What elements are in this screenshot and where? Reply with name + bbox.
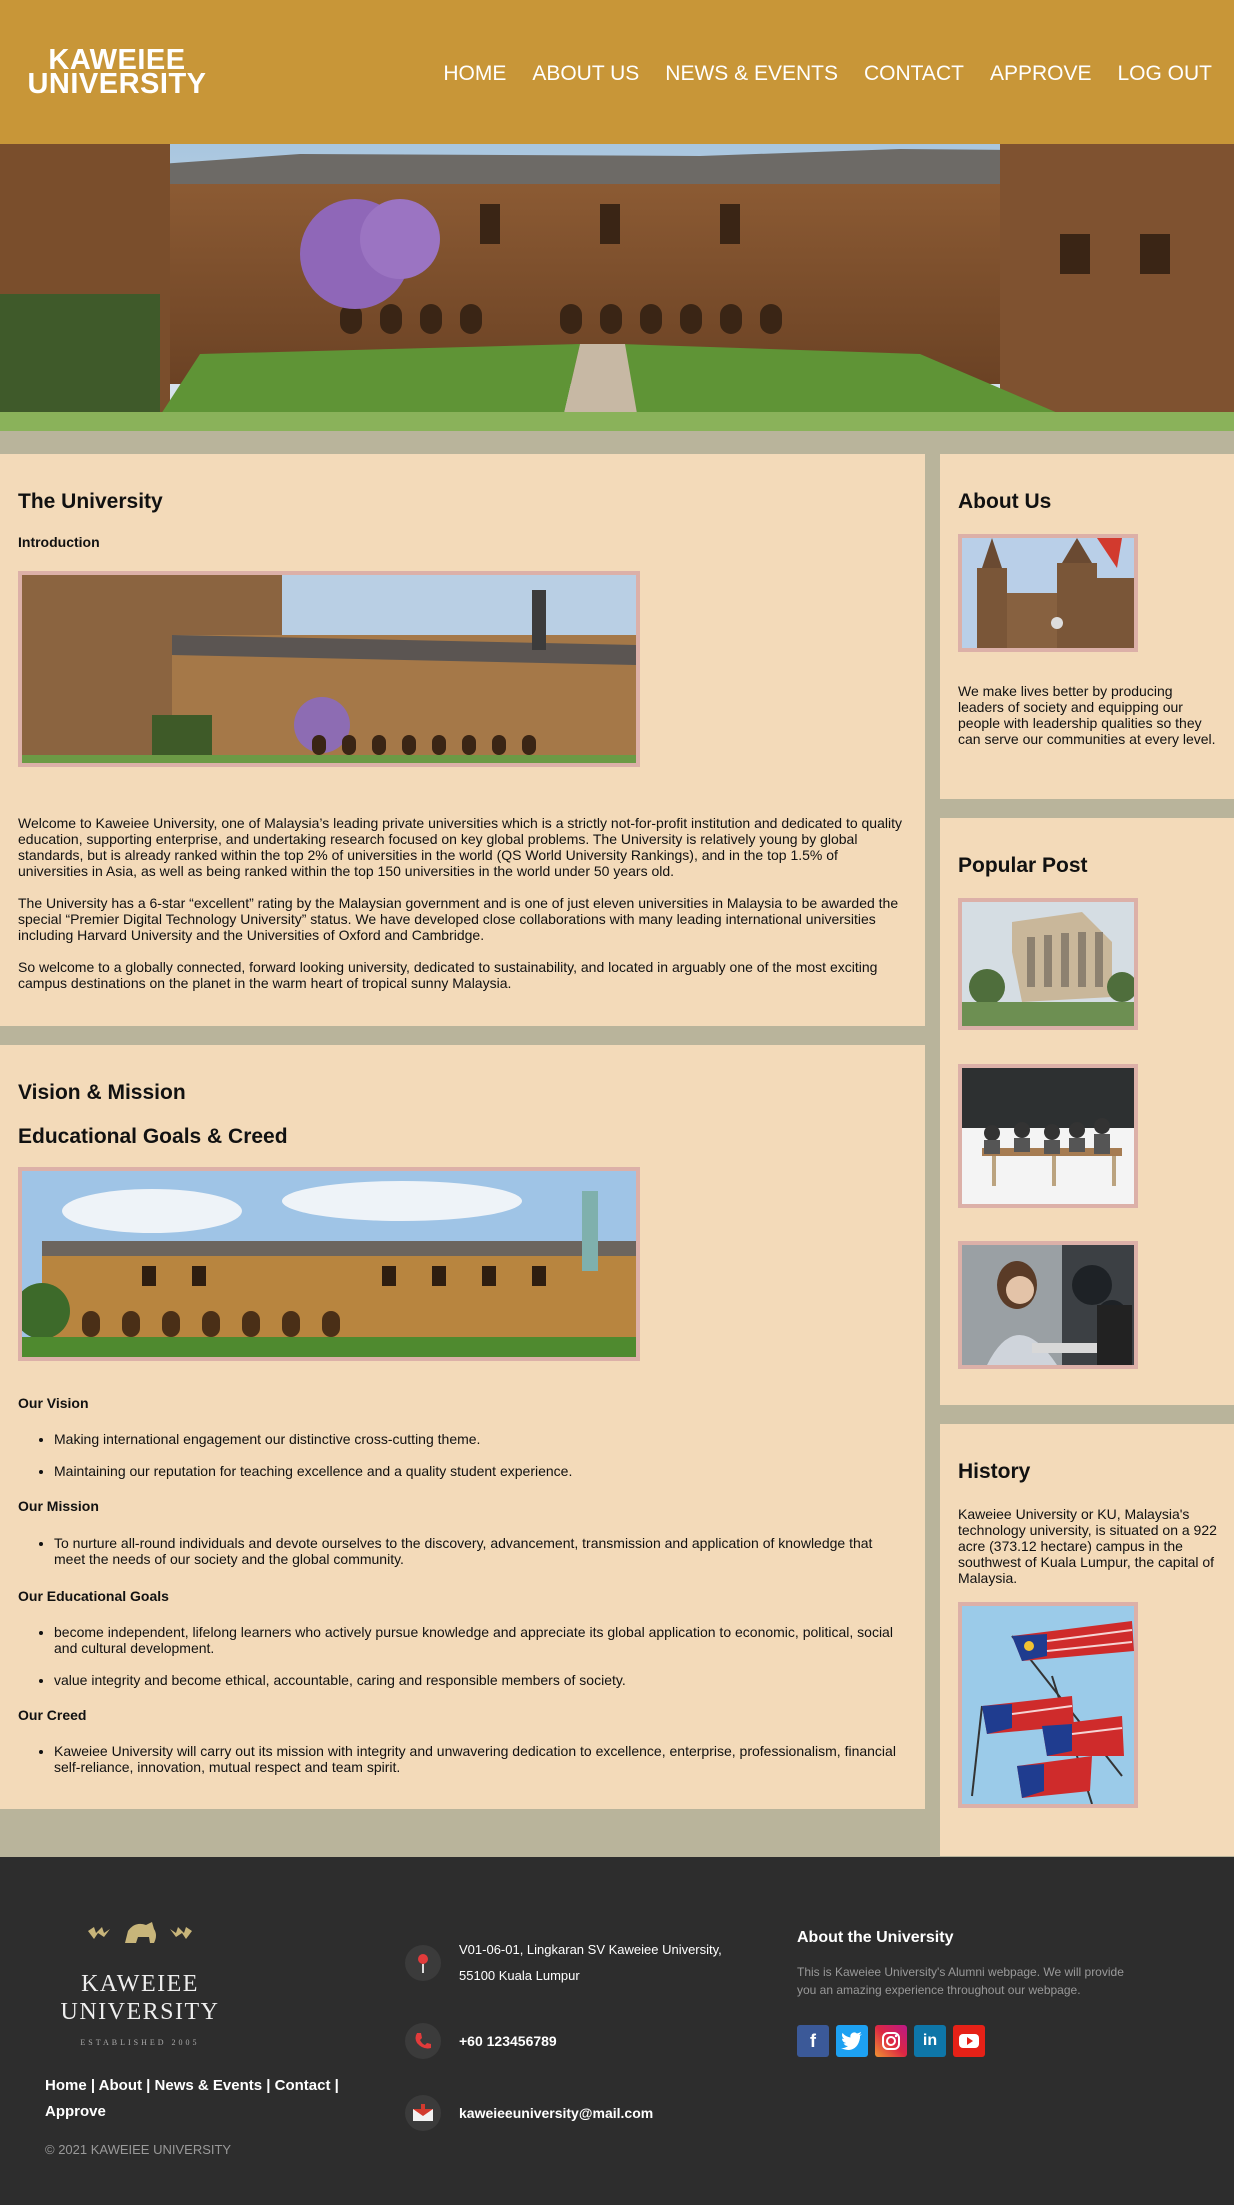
goals-item-2: value integrity and become ethical, acco… bbox=[54, 1672, 898, 1688]
youtube-icon[interactable] bbox=[953, 2025, 985, 2057]
goals-item-1: become independent, lifelong learners wh… bbox=[54, 1624, 898, 1656]
nav-approve[interactable]: APPROVE bbox=[990, 62, 1092, 86]
footer-link-home[interactable]: Home bbox=[45, 2077, 87, 2094]
university-subtitle: Introduction bbox=[18, 534, 100, 550]
footer-about-title: About the University bbox=[797, 1929, 954, 1946]
mission-list: To nurture all-round individuals and dev… bbox=[18, 1535, 898, 1583]
popular-panel: Popular Post bbox=[940, 818, 1234, 1405]
footer-link-news-events[interactable]: News & Events bbox=[155, 2077, 263, 2094]
history-title: History bbox=[958, 1460, 1031, 1483]
vision-image bbox=[18, 1167, 640, 1361]
map-pin-icon bbox=[405, 1945, 441, 1981]
footer-about: About the University This is Kaweiee Uni… bbox=[797, 1929, 1137, 1999]
vision-title: Vision & Mission bbox=[18, 1081, 186, 1104]
facebook-icon[interactable]: f bbox=[797, 2025, 829, 2057]
popular-title: Popular Post bbox=[958, 854, 1088, 877]
popular-post-1[interactable] bbox=[958, 898, 1138, 1030]
footer-brand-line1: KAWEIEE bbox=[81, 1971, 199, 1997]
about-image bbox=[958, 534, 1138, 652]
site-footer: KAWEIEE UNIVERSITY ESTABLISHED 2005 Home… bbox=[0, 1857, 1234, 2205]
mission-heading: Our Mission bbox=[18, 1498, 99, 1514]
popular-post-2[interactable] bbox=[958, 1064, 1138, 1208]
university-panel: The University Introduction Welcome to K… bbox=[0, 454, 925, 1026]
popular-post-3[interactable] bbox=[958, 1241, 1138, 1369]
instagram-icon[interactable] bbox=[875, 2025, 907, 2057]
vision-item-2: Maintaining our reputation for teaching … bbox=[54, 1463, 898, 1479]
footer-link-approve[interactable]: Approve bbox=[45, 2103, 106, 2120]
phone-icon bbox=[405, 2023, 441, 2059]
university-paragraph-2: The University has a 6-star “excellent” … bbox=[18, 895, 899, 943]
footer-link-about[interactable]: About bbox=[99, 2077, 142, 2094]
main-nav: HOME ABOUT US NEWS & EVENTS CONTACT APPR… bbox=[417, 62, 1212, 86]
nav-news-events[interactable]: NEWS & EVENTS bbox=[665, 62, 838, 86]
footer-links: Home | About | News & Events | Contact |… bbox=[45, 2077, 339, 2120]
email-address[interactable]: kaweieeuniversity@mail.com bbox=[459, 2100, 653, 2126]
about-panel: About Us We make lives better by produci… bbox=[940, 454, 1234, 799]
footer-established: ESTABLISHED 2005 bbox=[80, 2038, 200, 2047]
mail-icon bbox=[405, 2095, 441, 2131]
phone-number[interactable]: +60 123456789 bbox=[459, 2028, 557, 2054]
site-logo[interactable]: KAWEIEE UNIVERSITY bbox=[22, 46, 212, 100]
nav-log-out[interactable]: LOG OUT bbox=[1117, 62, 1212, 86]
vision-subtitle: Educational Goals & Creed bbox=[18, 1125, 288, 1148]
vision-list: Making international engagement our dist… bbox=[18, 1431, 898, 1495]
address-line1: V01-06-01, Lingkaran SV Kaweiee Universi… bbox=[459, 1942, 722, 1957]
vision-heading: Our Vision bbox=[18, 1395, 89, 1411]
mission-item-1: To nurture all-round individuals and dev… bbox=[54, 1535, 898, 1567]
university-title: The University bbox=[18, 490, 163, 513]
vision-panel: Vision & Mission Educational Goals & Cre… bbox=[0, 1045, 925, 1809]
vision-item-1: Making international engagement our dist… bbox=[54, 1431, 898, 1447]
university-paragraph-3: So welcome to a globally connected, forw… bbox=[18, 959, 878, 991]
goals-list: become independent, lifelong learners wh… bbox=[18, 1624, 898, 1704]
history-image bbox=[958, 1602, 1138, 1808]
nav-about-us[interactable]: ABOUT US bbox=[532, 62, 639, 86]
site-header: KAWEIEE UNIVERSITY HOME ABOUT US NEWS & … bbox=[0, 0, 1234, 144]
address-line2: 55100 Kuala Lumpur bbox=[459, 1968, 580, 1983]
footer-brand: KAWEIEE UNIVERSITY ESTABLISHED 2005 bbox=[40, 1917, 240, 2047]
nav-contact[interactable]: CONTACT bbox=[864, 62, 964, 86]
creed-heading: Our Creed bbox=[18, 1707, 87, 1723]
footer-copyright: © 2021 KAWEIEE UNIVERSITY bbox=[45, 2142, 232, 2157]
linkedin-icon[interactable]: in bbox=[914, 2025, 946, 2057]
history-text: Kaweiee University or KU, Malaysia's tec… bbox=[958, 1506, 1217, 1586]
footer-link-contact[interactable]: Contact bbox=[275, 2077, 331, 2094]
university-paragraph-1: Welcome to Kaweiee University, one of Ma… bbox=[18, 815, 902, 879]
lion-crest-icon bbox=[88, 1922, 192, 1943]
hero-campus-image bbox=[0, 144, 1234, 431]
social-links: f in bbox=[797, 2025, 985, 2057]
university-text: Welcome to Kaweiee University, one of Ma… bbox=[18, 815, 906, 991]
creed-list: Kaweiee University will carry out its mi… bbox=[18, 1743, 898, 1791]
footer-address: V01-06-01, Lingkaran SV Kaweiee Universi… bbox=[405, 1937, 722, 1989]
footer-brand-line2: UNIVERSITY bbox=[60, 1999, 220, 2025]
about-title: About Us bbox=[958, 490, 1052, 513]
footer-email: kaweieeuniversity@mail.com bbox=[405, 2095, 653, 2131]
about-text: We make lives better by producing leader… bbox=[958, 683, 1216, 747]
history-panel: History Kaweiee University or KU, Malays… bbox=[940, 1424, 1234, 1856]
creed-item-1: Kaweiee University will carry out its mi… bbox=[54, 1743, 898, 1775]
footer-phone: +60 123456789 bbox=[405, 2023, 557, 2059]
nav-home[interactable]: HOME bbox=[443, 62, 506, 86]
logo-line2: UNIVERSITY bbox=[27, 68, 207, 100]
goals-heading: Our Educational Goals bbox=[18, 1588, 169, 1604]
university-image bbox=[18, 571, 640, 767]
footer-about-text: This is Kaweiee University's Alumni webp… bbox=[797, 1965, 1124, 1997]
twitter-icon[interactable] bbox=[836, 2025, 868, 2057]
